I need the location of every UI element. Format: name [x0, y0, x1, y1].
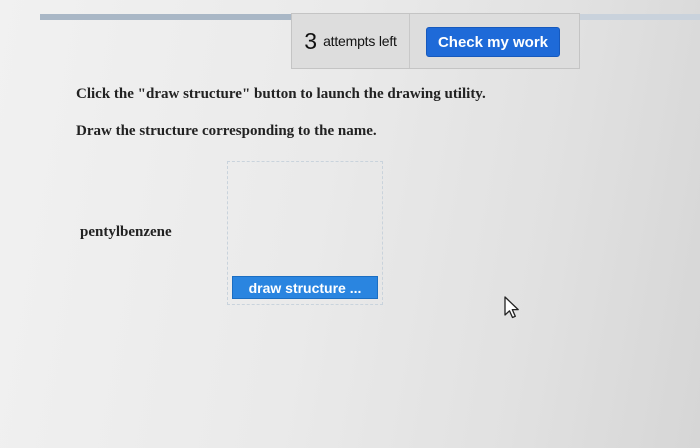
- instruction-draw-structure: Draw the structure corresponding to the …: [76, 123, 377, 139]
- attempts-indicator: 3 attempts left: [292, 14, 410, 68]
- instruction-launch-utility: Click the "draw structure" button to lau…: [76, 86, 486, 102]
- attempts-count: 3: [304, 27, 318, 54]
- check-my-work-button[interactable]: Check my work: [426, 27, 560, 57]
- compound-name: pentylbenzene: [80, 224, 172, 240]
- draw-structure-button[interactable]: draw structure ...: [232, 276, 378, 299]
- header-divider-accent: [40, 14, 292, 20]
- header-toolbar: 3 attempts left Check my work: [291, 13, 580, 69]
- mouse-pointer-icon: [504, 296, 519, 319]
- attempts-label: attempts left: [323, 33, 397, 49]
